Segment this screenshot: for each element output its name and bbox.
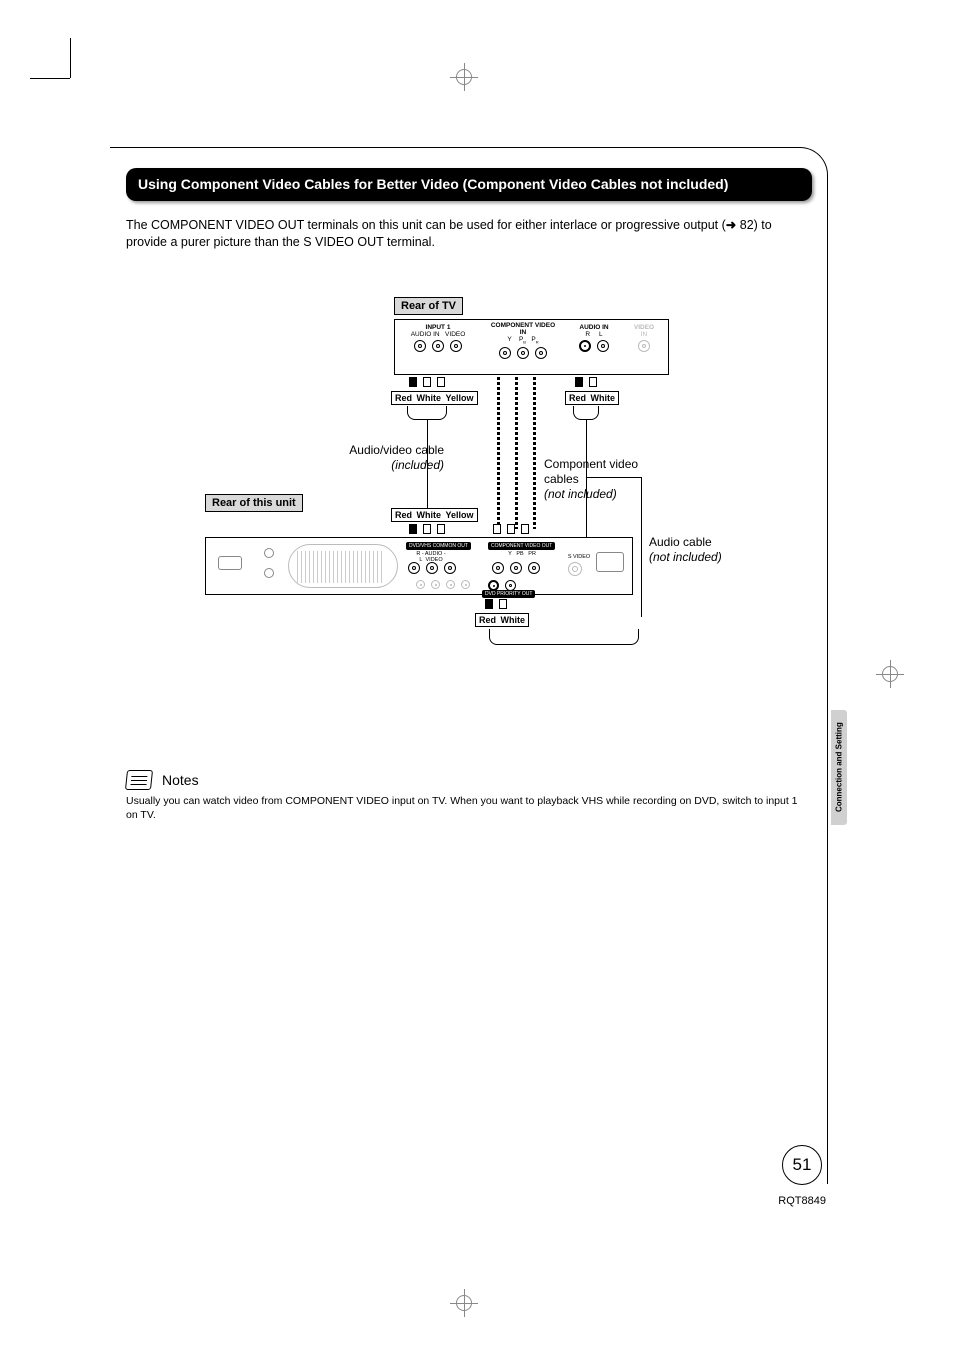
intro-ref: 82	[740, 218, 754, 232]
plug-label-rwy-mid: Red White Yellow	[391, 508, 478, 522]
intro-paragraph: The COMPONENT VIDEO OUT terminals on thi…	[126, 217, 812, 252]
tv-in-label: IN	[627, 331, 661, 338]
notes-body: Usually you can watch video from COMPONE…	[126, 794, 812, 822]
wiring-diagram: Rear of TV INPUT 1 AUDIO IN VIDEO COMPON…	[189, 297, 749, 662]
section-header-text: Using Component Video Cables for Better …	[138, 176, 728, 192]
tv-rear-panel: INPUT 1 AUDIO IN VIDEO COMPONENT VIDEO I…	[394, 319, 669, 375]
page-number-value: 51	[793, 1155, 812, 1175]
component-cable-1	[497, 377, 500, 529]
tv-pb-sub: B	[523, 339, 526, 344]
unit-common-plugs	[409, 524, 445, 534]
document-id: RQT8849	[778, 1195, 826, 1207]
page-number: 51	[782, 1145, 822, 1185]
tv-video-label: VIDEO	[445, 331, 465, 338]
rf-jack-1	[264, 548, 274, 558]
unit-priority-label: DVD PRIORITY OUT	[482, 590, 535, 598]
audio-cable-text: Audio cable	[649, 535, 712, 549]
av-cable-note: (included)	[391, 458, 444, 472]
component-cable-2	[515, 377, 518, 529]
audio-cable-note: (not included)	[649, 550, 722, 564]
plug-red-3: Red	[394, 510, 413, 520]
registration-mark-top	[450, 63, 478, 91]
rf-jack-2	[264, 568, 274, 578]
av-cable-text: Audio/video cable	[349, 443, 444, 457]
plug-label-rwy-top: Red White Yellow	[391, 391, 478, 405]
registration-mark-bottom	[450, 1289, 478, 1317]
intro-text-a: The COMPONENT VIDEO OUT terminals on thi…	[126, 218, 726, 232]
plug-red: Red	[394, 393, 413, 403]
content-area: Using Component Video Cables for Better …	[126, 168, 812, 822]
vent-grille	[288, 544, 398, 588]
component-note: (not included)	[544, 487, 617, 501]
tv-y-label: Y	[507, 336, 511, 343]
tv-input1-label: INPUT 1	[403, 324, 473, 331]
caption-component: Component video cables (not included)	[544, 457, 644, 502]
unit-lower-jacks	[416, 580, 470, 589]
notes-title: Notes	[162, 772, 199, 788]
unit-svideo-jack	[568, 562, 582, 576]
component-text: Component video cables	[544, 457, 638, 486]
component-cable-3	[533, 377, 536, 529]
label-rear-of-tv: Rear of TV	[394, 297, 463, 315]
label-rear-of-unit: Rear of this unit	[205, 494, 303, 512]
av-cable-loop	[407, 406, 447, 420]
plug-yellow: Yellow	[445, 393, 475, 403]
tv-pr-sub: R	[536, 339, 539, 344]
unit-common-jacks	[408, 562, 456, 574]
caption-av-cable: Audio/video cable (included)	[334, 443, 444, 473]
caption-audio: Audio cable (not included)	[649, 535, 749, 565]
unit-component-plugs	[493, 524, 529, 534]
unit-priority-plugs	[485, 599, 507, 609]
tv-audio2-jacks	[570, 340, 618, 352]
plug-label-rw-bottom: Red White	[475, 613, 529, 627]
tv-input1-jacks	[403, 340, 473, 352]
side-tab: Connection and Setting	[831, 710, 847, 825]
plug-white-2: White	[590, 393, 617, 403]
plug-label-rw-top: Red White	[565, 391, 619, 405]
unit-component-out-label: COMPONENT VIDEO OUT	[488, 542, 555, 550]
tv-component-jacks	[488, 347, 558, 359]
notes-section: Notes Usually you can watch video from C…	[126, 770, 812, 822]
audio-cable-top-loop	[573, 406, 599, 420]
scart-icon	[596, 552, 624, 572]
unit-component-jacks	[492, 562, 540, 574]
plug-white: White	[416, 393, 443, 403]
unit-common-out-label: DVD/VHS COMMON OUT	[406, 542, 471, 550]
ac-inlet-icon	[218, 556, 242, 570]
notes-icon	[125, 770, 153, 790]
registration-mark-right	[876, 660, 904, 688]
unit-rear-panel: DVD/VHS COMMON OUT R - AUDIO - L VIDEO C…	[205, 537, 633, 595]
tv-l-label: L	[599, 331, 603, 338]
plug-white-3: White	[416, 510, 443, 520]
tv-audio-in-label: AUDIO IN	[411, 331, 440, 338]
tv-r-label: R	[585, 331, 590, 338]
tv-video2-jack	[627, 340, 661, 352]
tv-input1-plugs	[409, 377, 445, 387]
tv-video2-label: VIDEO	[627, 324, 661, 331]
unit-ypbpr-label: Y PB PR	[494, 551, 550, 557]
plug-red-4: Red	[478, 615, 497, 625]
tv-component-label: COMPONENT VIDEO IN	[488, 322, 558, 336]
unit-svideo-label: S VIDEO	[564, 554, 594, 560]
audio-cable-bottom-loop	[489, 629, 639, 645]
tv-audio-in2-label: AUDIO IN	[570, 324, 618, 331]
tv-audio2-plugs	[575, 377, 597, 387]
plug-yellow-3: Yellow	[445, 510, 475, 520]
plug-red-2: Red	[568, 393, 587, 403]
plug-white-4: White	[500, 615, 527, 625]
section-header: Using Component Video Cables for Better …	[126, 168, 812, 201]
